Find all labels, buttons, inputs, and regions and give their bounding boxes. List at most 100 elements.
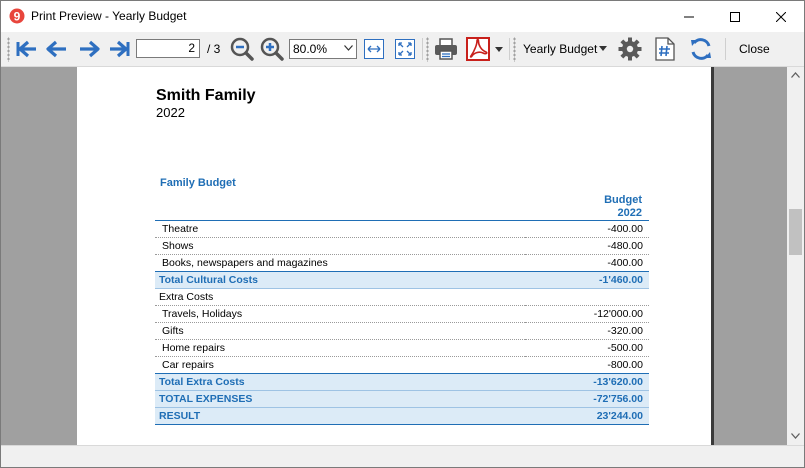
row-label: Books, newspapers and magazines [155,254,526,272]
arrow-left-icon [46,40,66,58]
row-amount: -13'620.00 [525,373,649,391]
refresh-icon [691,38,711,60]
row-amount: -72'756.00 [525,390,649,408]
maximize-icon [730,11,740,22]
window-title: Print Preview - Yearly Budget [31,9,187,23]
toolbar-separator [725,38,726,60]
table-row: Car repairs -800.00 [155,356,649,374]
pdf-icon [466,37,490,61]
table-row: Books, newspapers and magazines -400.00 [155,254,649,272]
toolbar-grip[interactable] [7,37,10,62]
report-heading: Family Budget [160,177,236,189]
total-row: Total Extra Costs -13'620.00 [155,373,649,391]
table-row: Gifts -320.00 [155,322,649,340]
arrow-right-icon [80,40,100,58]
row-amount [525,288,649,306]
print-button[interactable] [432,35,460,63]
row-amount: -320.00 [525,322,649,340]
fit-width-button[interactable] [362,35,386,63]
column-header-title: Budget [604,194,642,206]
zoom-in-icon [260,37,284,61]
vertical-scrollbar[interactable] [787,67,804,445]
last-page-button[interactable] [106,35,132,63]
scroll-down-icon[interactable] [791,433,800,439]
document-select[interactable]: Yearly Budget [523,42,597,56]
row-amount: -800.00 [525,356,649,374]
total-row: Total Cultural Costs -1'460.00 [155,271,649,289]
row-amount: -400.00 [525,220,649,238]
page-shadow [711,67,714,445]
chevron-down-icon [344,45,353,51]
next-page-button[interactable] [76,35,102,63]
maximize-button[interactable] [712,1,758,32]
row-amount: -1'460.00 [525,271,649,289]
previous-page-button[interactable] [44,35,70,63]
report-year: 2022 [156,105,185,120]
toolbar-separator [509,38,510,60]
zoom-out-button[interactable] [229,35,255,63]
title-bar: 9 Print Preview - Yearly Budget [1,1,804,32]
table-row: Travels, Holidays -12'000.00 [155,305,649,323]
preview-area: Smith Family 2022 Family Budget Budget 2… [1,67,787,445]
zoom-value: 80.0% [293,42,328,56]
close-button[interactable]: Close [739,42,770,56]
minimize-button[interactable] [666,1,712,32]
total-row: TOTAL EXPENSES -72'756.00 [155,390,649,408]
budget-column-header: Budget 2022 [557,194,642,220]
row-label: Extra Costs [155,288,526,306]
last-page-icon [110,40,130,58]
row-label: Shows [155,237,526,255]
row-amount: -400.00 [525,254,649,272]
page-number-input[interactable]: 2 [136,39,200,58]
preview-page: Smith Family 2022 Family Budget Budget 2… [77,67,711,445]
row-label: Total Extra Costs [155,373,526,391]
export-menu-dropdown[interactable] [493,35,505,63]
row-label: Home repairs [155,339,526,357]
result-row: RESULT 23'244.00 [155,407,649,425]
row-label: Car repairs [155,356,526,374]
close-window-button[interactable] [758,1,804,32]
svg-text:9: 9 [14,10,21,24]
zoom-in-button[interactable] [259,35,285,63]
caret-down-icon[interactable] [599,46,607,51]
export-pdf-button[interactable] [464,35,492,63]
fit-page-icon [395,39,415,59]
toolbar-grip[interactable] [513,37,516,62]
page-total-label: / 3 [207,42,221,56]
banana-app-icon: 9 [9,8,25,24]
settings-button[interactable] [616,35,644,63]
gear-icon [618,37,642,61]
page-numbering-button[interactable] [651,35,679,63]
row-label: RESULT [155,407,526,425]
zoom-select[interactable]: 80.0% [289,39,357,59]
row-label: TOTAL EXPENSES [155,390,526,408]
fit-width-icon [364,39,384,59]
row-label: Gifts [155,322,526,340]
table-row: Shows -480.00 [155,237,649,255]
caret-down-icon [495,46,503,52]
printer-icon [435,38,457,60]
toolbar-separator [422,38,423,60]
status-bar [1,445,804,467]
toolbar-grip[interactable] [426,37,429,62]
fit-page-button[interactable] [393,35,417,63]
row-label: Total Cultural Costs [155,271,526,289]
first-page-icon [16,40,36,58]
minimize-icon [684,16,694,17]
row-label: Travels, Holidays [155,305,526,323]
zoom-out-icon [230,37,254,61]
print-preview-window: 9 Print Preview - Yearly Budget 2 / 3 80… [0,0,805,468]
scroll-up-icon[interactable] [791,72,800,78]
first-page-button[interactable] [14,35,40,63]
refresh-button[interactable] [687,35,715,63]
close-icon [776,11,786,22]
scrollbar-thumb[interactable] [789,209,802,255]
company-name: Smith Family [156,87,256,104]
row-amount: 23'244.00 [525,407,649,425]
row-amount: -500.00 [525,339,649,357]
row-amount: -12'000.00 [525,305,649,323]
toolbar: 2 / 3 80.0% Yearly Budget Close [1,32,804,67]
hash-document-icon [655,37,675,61]
row-label: Theatre [155,220,526,238]
table-row: Home repairs -500.00 [155,339,649,357]
